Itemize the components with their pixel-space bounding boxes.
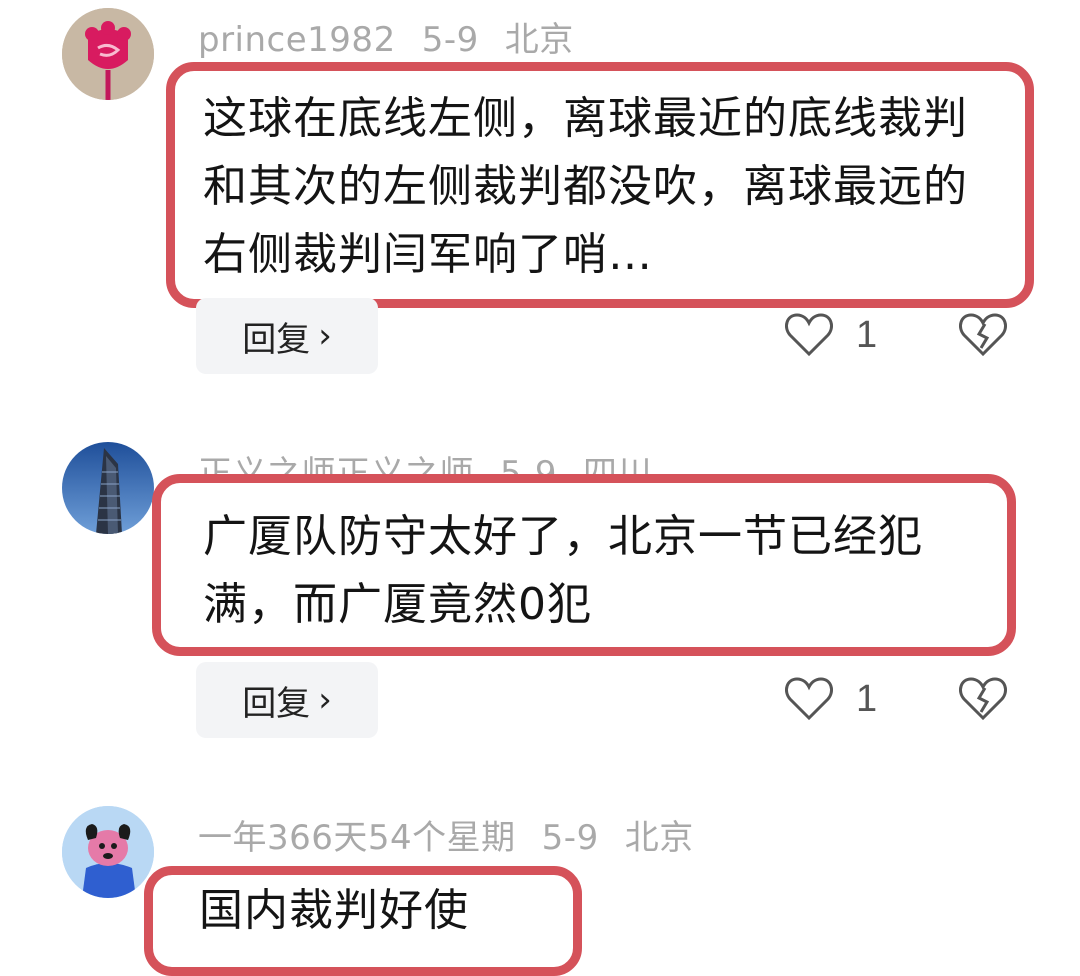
comment-date: 5-9 (541, 818, 599, 858)
username[interactable]: 一年366天54个星期 (198, 818, 516, 858)
comment-item: 一年366天54个星期 5-9 北京 国内裁判好使 (0, 0, 1080, 976)
cartoon-dog-avatar-icon (62, 806, 154, 898)
comment-location: 北京 (624, 818, 694, 858)
comment-text: 国内裁判好使 (199, 885, 469, 936)
comment-highlight-box: 国内裁判好使 (144, 866, 582, 976)
comment-meta: 一年366天54个星期 5-9 北京 (198, 810, 720, 859)
user-avatar[interactable] (62, 806, 154, 898)
